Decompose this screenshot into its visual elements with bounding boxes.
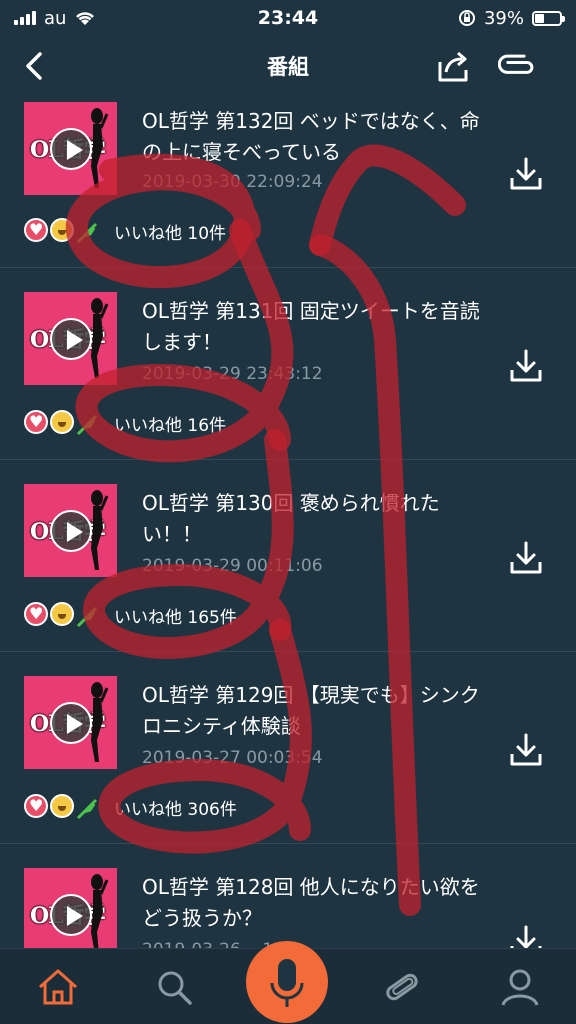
share-icon[interactable] <box>434 48 472 84</box>
likes-row[interactable]: いいね他 16件 <box>24 410 226 436</box>
episode-date: 2019-03-29 00:11:06 <box>142 556 323 576</box>
laugh-icon <box>50 794 74 818</box>
nav-bar: 番組 <box>0 36 576 96</box>
leaf-icon <box>76 606 98 628</box>
likes-count: いいね他 16件 <box>114 415 227 436</box>
episode-thumbnail[interactable]: OL哲学 <box>24 868 117 948</box>
mic-icon <box>270 959 304 1007</box>
episode-item[interactable]: OL哲学 OL哲学 第130回 褒められ慣れたい！！ 2019-03-29 00… <box>0 460 576 652</box>
status-bar: au 23:44 39% <box>0 0 576 36</box>
play-icon[interactable] <box>50 510 92 552</box>
play-icon[interactable] <box>50 894 92 936</box>
home-icon[interactable] <box>36 965 80 1009</box>
tab-bar <box>0 941 576 1024</box>
laugh-icon <box>50 218 74 242</box>
record-button[interactable] <box>246 941 328 1023</box>
episode-title[interactable]: OL哲学 第132回 ベッドではなく、命の上に寝そべっている <box>142 106 482 168</box>
likes-row[interactable]: いいね他 165件 <box>24 602 237 628</box>
likes-count: いいね他 306件 <box>114 799 237 820</box>
reaction-icons <box>24 794 100 820</box>
heart-icon <box>24 218 48 242</box>
reaction-icons <box>24 218 100 244</box>
heart-icon <box>24 794 48 818</box>
episode-title[interactable]: OL哲学 第130回 褒められ慣れたい！！ <box>142 488 482 550</box>
episode-title[interactable]: OL哲学 第129回 【現実でも】シンクロニシティ体験談 <box>142 680 482 742</box>
episode-item[interactable]: OL哲学 OL哲学 第129回 【現実でも】シンクロニシティ体験談 2019-0… <box>0 652 576 844</box>
leaf-icon <box>76 414 98 436</box>
download-icon[interactable] <box>508 924 544 948</box>
episode-thumbnail[interactable]: OL哲学 <box>24 102 117 195</box>
battery-percent: 39% <box>483 7 524 29</box>
leaf-icon <box>76 798 98 820</box>
episode-thumbnail[interactable]: OL哲学 <box>24 292 117 385</box>
wifi-icon <box>76 12 95 25</box>
laugh-icon <box>50 602 74 626</box>
back-chevron-icon[interactable] <box>20 50 48 82</box>
status-left: au <box>14 8 214 29</box>
play-icon[interactable] <box>50 318 92 360</box>
clip-icon[interactable] <box>498 50 536 82</box>
episode-list: OL哲学 OL哲学 第132回 ベッドではなく、命の上に寝そべっている 2019… <box>0 100 576 948</box>
orientation-lock-icon <box>458 10 475 26</box>
download-icon[interactable] <box>508 540 544 576</box>
carrier-label: au <box>44 7 67 29</box>
leaf-icon <box>76 222 98 244</box>
likes-row[interactable]: いいね他 306件 <box>24 794 237 820</box>
heart-icon <box>24 410 48 434</box>
likes-row[interactable]: いいね他 10件 <box>24 218 226 244</box>
page-title: 番組 <box>267 55 309 79</box>
episode-title[interactable]: OL哲学 第131回 固定ツイートを音読します！ <box>142 296 482 358</box>
episode-thumbnail[interactable]: OL哲学 <box>24 484 117 577</box>
likes-count: いいね他 165件 <box>114 607 237 628</box>
episode-date: 2019-03-30 22:09:24 <box>142 172 323 192</box>
episode-title[interactable]: OL哲学 第128回 他人になりたい欲をどう扱うか？ <box>142 872 482 934</box>
likes-count: いいね他 10件 <box>114 223 227 244</box>
download-icon[interactable] <box>508 156 544 192</box>
download-icon[interactable] <box>508 348 544 384</box>
episode-item[interactable]: OL哲学 OL哲学 第132回 ベッドではなく、命の上に寝そべっている 2019… <box>0 100 576 268</box>
download-icon[interactable] <box>508 732 544 768</box>
signal-icon <box>14 11 36 25</box>
reaction-icons <box>24 410 100 436</box>
episode-date: 2019-03-27 00:03:54 <box>142 748 323 768</box>
heart-icon <box>24 602 48 626</box>
status-right: 39% <box>362 7 565 29</box>
laugh-icon <box>50 410 74 434</box>
play-icon[interactable] <box>50 702 92 744</box>
play-icon[interactable] <box>50 128 92 170</box>
episode-item[interactable]: OL哲学 OL哲学 第128回 他人になりたい欲をどう扱うか？ 2019-03-… <box>0 844 576 948</box>
episode-item[interactable]: OL哲学 OL哲学 第131回 固定ツイートを音読します！ 2019-03-29… <box>0 268 576 460</box>
battery-fill <box>535 13 545 23</box>
clip-icon[interactable] <box>380 965 424 1009</box>
search-icon[interactable] <box>152 965 196 1009</box>
status-time: 23:44 <box>257 7 319 29</box>
battery-icon <box>532 10 565 26</box>
episode-date: 2019-03-29 23:43:12 <box>142 364 323 384</box>
episode-thumbnail[interactable]: OL哲学 <box>24 676 117 769</box>
profile-icon[interactable] <box>498 965 542 1009</box>
reaction-icons <box>24 602 100 628</box>
